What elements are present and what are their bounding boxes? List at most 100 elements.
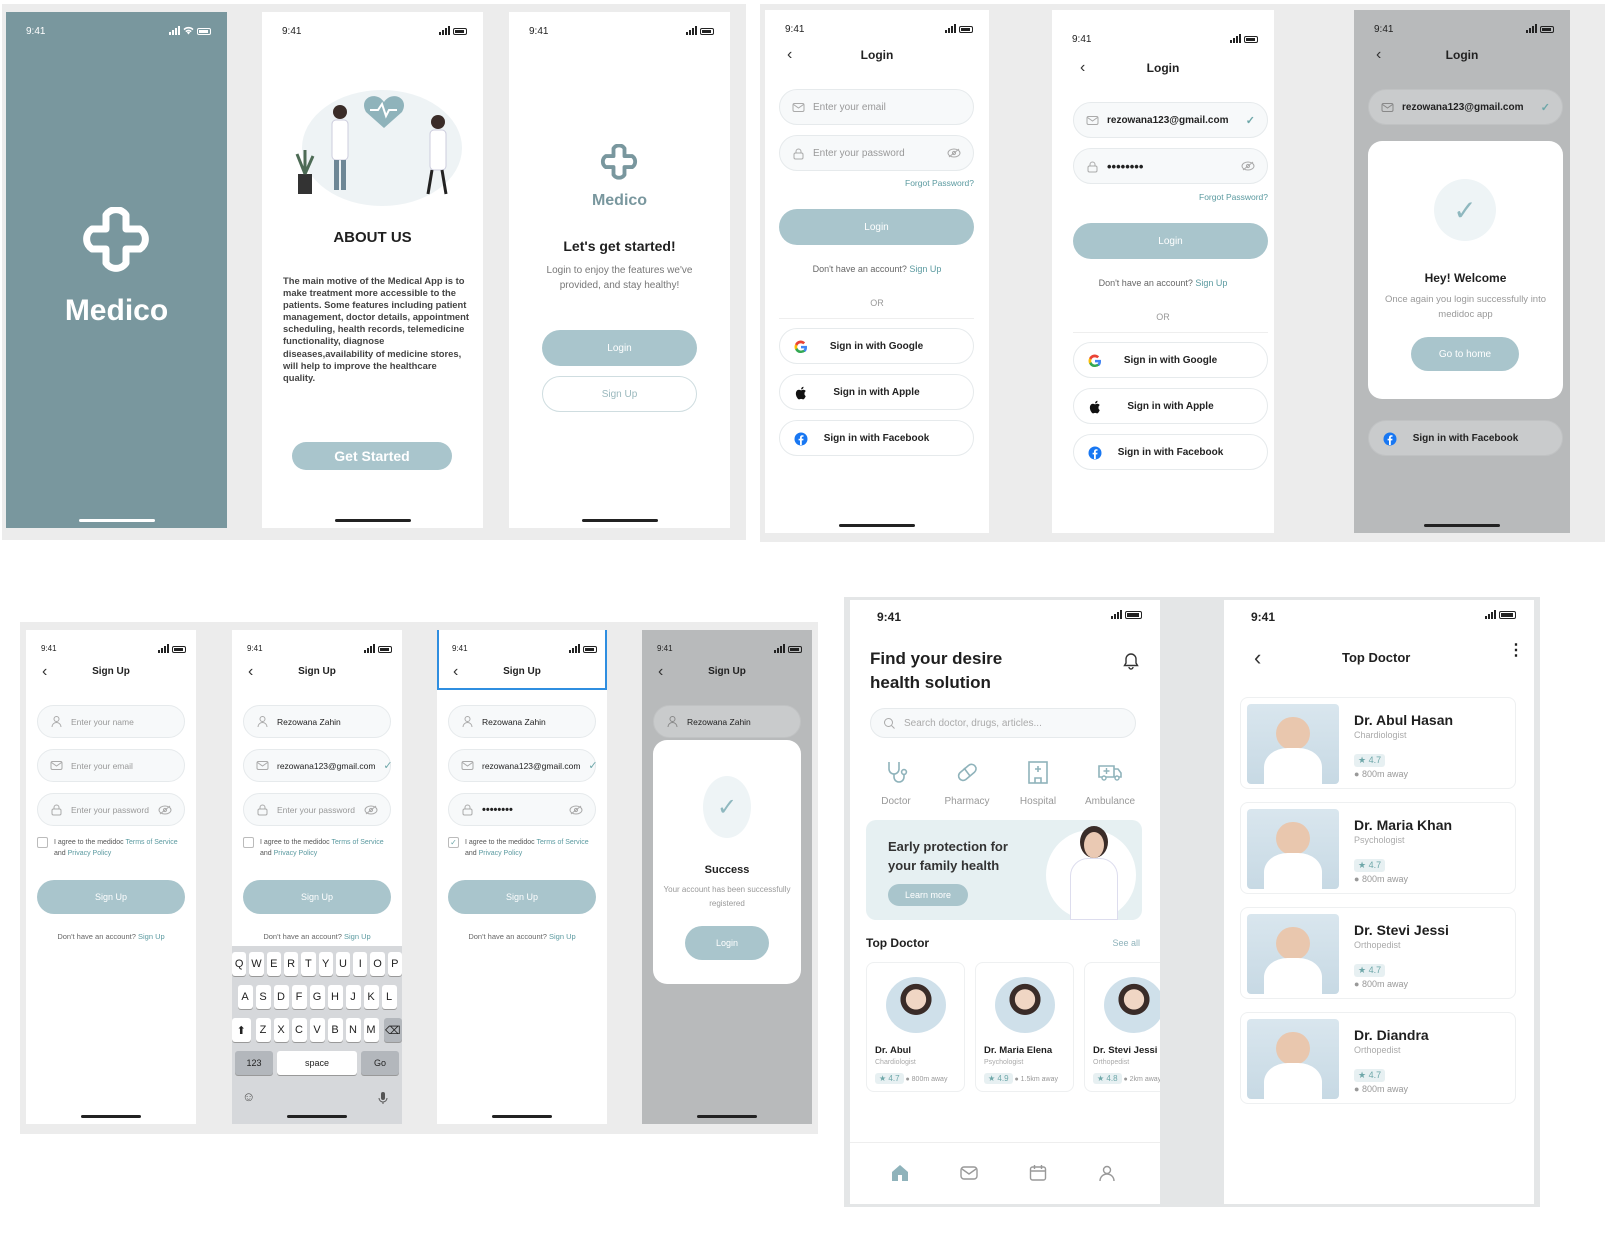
- eye-off-icon[interactable]: [1241, 161, 1255, 171]
- get-started-button[interactable]: Get Started: [292, 442, 452, 470]
- name-input[interactable]: Rezowana Zahin: [448, 705, 596, 738]
- email-input[interactable]: rezowana123@gmail.com ✓: [1073, 102, 1268, 138]
- key-p[interactable]: P: [387, 952, 402, 976]
- password-input[interactable]: Enter your password: [779, 135, 974, 171]
- privacy-link[interactable]: Privacy Policy: [68, 850, 112, 857]
- key-q[interactable]: Q: [232, 952, 247, 976]
- login-button[interactable]: Login: [685, 926, 769, 960]
- key-u[interactable]: U: [335, 952, 351, 976]
- key-y[interactable]: Y: [318, 952, 333, 976]
- doctor-card[interactable]: Dr. Maria Elena Psychologist ★ 4.9 ● 1.5km…: [975, 962, 1074, 1092]
- doctor-list-item[interactable]: Dr. Abul Hasan Chardiologist ★ 4.7 ● 800m a…: [1240, 697, 1516, 789]
- category-pharmacy[interactable]: Pharmacy: [937, 758, 997, 807]
- eye-off-icon[interactable]: [569, 805, 583, 815]
- name-input[interactable]: Rezowana Zahin: [243, 705, 391, 738]
- forgot-password-link[interactable]: Forgot Password?: [1199, 192, 1268, 202]
- privacy-link[interactable]: Privacy Policy: [479, 850, 523, 857]
- email-input[interactable]: rezowana123@gmail.com ✓: [448, 749, 598, 782]
- signup-button[interactable]: Sign Up: [243, 880, 391, 914]
- shift-key[interactable]: ⬆: [232, 1018, 251, 1042]
- key-c[interactable]: C: [291, 1018, 307, 1042]
- password-input[interactable]: Enter your password: [243, 793, 391, 826]
- facebook-signin-button[interactable]: Sign in with Facebook: [779, 420, 974, 456]
- bell-icon[interactable]: [1123, 652, 1139, 670]
- email-input[interactable]: Enter your email: [779, 89, 974, 125]
- login-button[interactable]: Login: [1073, 223, 1268, 259]
- login-button[interactable]: Login: [542, 330, 697, 366]
- key-l[interactable]: L: [381, 985, 397, 1009]
- search-input[interactable]: Search doctor, drugs, articles...: [870, 708, 1136, 738]
- eye-off-icon[interactable]: [364, 805, 378, 815]
- email-input[interactable]: rezowana123@gmail.com ✓: [1368, 89, 1563, 125]
- apple-signin-button[interactable]: Sign in with Apple: [1073, 388, 1268, 424]
- category-hospital[interactable]: Hospital: [1008, 758, 1068, 807]
- go-key[interactable]: Go: [361, 1051, 399, 1075]
- password-input[interactable]: Enter your password: [37, 793, 185, 826]
- key-a[interactable]: A: [237, 985, 253, 1009]
- facebook-signin-button[interactable]: Sign in with Facebook: [1073, 434, 1268, 470]
- agree-checkbox[interactable]: [243, 837, 254, 848]
- signup-button[interactable]: Sign Up: [542, 376, 697, 412]
- key-b[interactable]: B: [327, 1018, 343, 1042]
- email-input[interactable]: rezowana123@gmail.com ✓: [243, 749, 393, 782]
- password-input[interactable]: ••••••••: [1073, 148, 1268, 184]
- eye-off-icon[interactable]: [947, 148, 961, 158]
- apple-signin-button[interactable]: Sign in with Apple: [779, 374, 974, 410]
- emoji-icon[interactable]: ☺: [242, 1089, 255, 1104]
- microphone-icon[interactable]: [378, 1091, 388, 1105]
- key-o[interactable]: O: [370, 952, 385, 976]
- space-key[interactable]: space: [277, 1051, 357, 1075]
- key-f[interactable]: F: [291, 985, 307, 1009]
- agree-checkbox[interactable]: ✓: [448, 837, 459, 848]
- key-r[interactable]: R: [283, 952, 299, 976]
- signup-link[interactable]: Sign Up: [909, 264, 941, 274]
- key-m[interactable]: M: [363, 1018, 379, 1042]
- terms-link[interactable]: Terms of Service: [536, 839, 588, 846]
- google-signin-button[interactable]: Sign in with Google: [779, 328, 974, 364]
- agree-checkbox[interactable]: [37, 837, 48, 848]
- doctor-list-item[interactable]: Dr. Maria Khan Psychologist ★ 4.7 ● 800m aw…: [1240, 802, 1516, 894]
- key-j[interactable]: J: [345, 985, 361, 1009]
- email-input[interactable]: Enter your email: [37, 749, 185, 782]
- eye-off-icon[interactable]: [158, 805, 172, 815]
- terms-link[interactable]: Terms of Service: [125, 839, 177, 846]
- signup-link[interactable]: Sign Up: [549, 932, 576, 941]
- doctor-list-item[interactable]: Dr. Stevi Jessi Orthopedist ★ 4.7 ● 800m aw…: [1240, 907, 1516, 999]
- key-t[interactable]: T: [301, 952, 316, 976]
- profile-icon[interactable]: [1097, 1163, 1117, 1183]
- key-n[interactable]: N: [345, 1018, 361, 1042]
- signup-button[interactable]: Sign Up: [448, 880, 596, 914]
- facebook-signin-button[interactable]: Sign in with Facebook: [1368, 420, 1563, 456]
- signup-link[interactable]: Sign Up: [1195, 278, 1227, 288]
- category-ambulance[interactable]: Ambulance: [1080, 758, 1140, 807]
- category-doctor[interactable]: Doctor: [866, 758, 926, 807]
- go-home-button[interactable]: Go to home: [1411, 337, 1519, 371]
- message-icon[interactable]: [959, 1163, 979, 1183]
- name-input[interactable]: Rezowana Zahin: [653, 705, 801, 738]
- calendar-icon[interactable]: [1028, 1163, 1048, 1183]
- key-w[interactable]: W: [249, 952, 264, 976]
- backspace-key[interactable]: ⌫: [383, 1018, 402, 1042]
- key-g[interactable]: G: [309, 985, 325, 1009]
- home-icon[interactable]: [890, 1163, 910, 1183]
- terms-link[interactable]: Terms of Service: [331, 839, 383, 846]
- key-h[interactable]: H: [327, 985, 343, 1009]
- learn-more-button[interactable]: Learn more: [888, 884, 968, 906]
- forgot-password-link[interactable]: Forgot Password?: [905, 178, 974, 188]
- key-x[interactable]: X: [273, 1018, 289, 1042]
- see-all-link[interactable]: See all: [1112, 938, 1140, 948]
- key-v[interactable]: V: [309, 1018, 325, 1042]
- signup-link[interactable]: Sign Up: [344, 932, 371, 941]
- key-z[interactable]: Z: [255, 1018, 271, 1042]
- numbers-key[interactable]: 123: [235, 1051, 273, 1075]
- doctor-list-item[interactable]: Dr. Diandra Orthopedist ★ 4.7 ● 800m away: [1240, 1012, 1516, 1104]
- key-s[interactable]: S: [255, 985, 271, 1009]
- doctor-card[interactable]: Dr. Abul Chardiologist ★ 4.7 ● 800m away: [866, 962, 965, 1092]
- signup-link[interactable]: Sign Up: [138, 932, 165, 941]
- signup-button[interactable]: Sign Up: [37, 880, 185, 914]
- password-input[interactable]: ••••••••: [448, 793, 596, 826]
- privacy-link[interactable]: Privacy Policy: [274, 850, 318, 857]
- more-vertical-icon[interactable]: ⋮: [1508, 643, 1524, 659]
- key-i[interactable]: I: [353, 952, 368, 976]
- name-input[interactable]: Enter your name: [37, 705, 185, 738]
